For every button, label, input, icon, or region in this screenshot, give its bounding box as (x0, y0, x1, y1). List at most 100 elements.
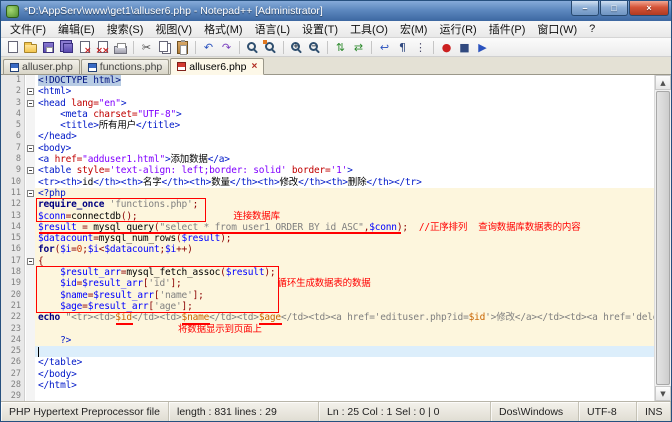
code-line-15: $datacount=mysql_num_rows($result); (35, 233, 654, 244)
code-line-10: <tr><th>id</th><th>名字</th><th>数量</th><th… (35, 177, 654, 188)
tab-close-icon[interactable]: × (251, 61, 257, 72)
code-line-7: <body> (35, 143, 654, 154)
code-line-1: <!DOCTYPE html> (35, 75, 654, 86)
menu-item-5[interactable]: 格式(M) (198, 20, 249, 38)
vertical-scrollbar[interactable]: ▲ ▼ (654, 75, 671, 401)
word-wrap-icon[interactable]: ↩ (376, 39, 393, 56)
new-file-icon[interactable] (4, 39, 21, 56)
code-line-14: $result = mysql_query("select * from use… (35, 222, 654, 233)
menu-item-9[interactable]: 宏(M) (394, 20, 434, 38)
line-number: 18 (1, 267, 24, 278)
tab-functions.php[interactable]: functions.php (81, 59, 169, 74)
code-line-3: <head lang="en"> (35, 98, 654, 109)
fold-cell (26, 391, 35, 401)
menu-item-13[interactable]: ? (583, 22, 601, 36)
redo-icon[interactable]: ↷ (218, 39, 235, 56)
fold-cell (26, 86, 35, 97)
play-macro-icon[interactable]: ▶ (474, 39, 491, 56)
fold-cell (26, 244, 35, 255)
tab-alluser.php[interactable]: alluser.php (3, 59, 80, 74)
toolbar-separator (133, 41, 134, 54)
indent-guide-icon[interactable]: ⋮ (412, 39, 429, 56)
minimize-button[interactable]: – (571, 1, 599, 16)
menu-item-6[interactable]: 语言(L) (249, 20, 296, 38)
line-number: 5 (1, 120, 24, 131)
code-line-4: <meta charset="UTF-8"> (35, 109, 654, 120)
find-icon[interactable] (244, 39, 261, 56)
status-insert-mode: INS (637, 402, 671, 421)
zoom-in-icon[interactable] (288, 39, 305, 56)
record-macro-icon[interactable]: ● (438, 39, 455, 56)
code-line-11: <?php (35, 188, 654, 199)
paste-icon[interactable] (174, 39, 191, 56)
code-line-28: </html> (35, 380, 654, 391)
zoom-out-icon[interactable] (306, 39, 323, 56)
menu-item-1[interactable]: 文件(F) (4, 20, 52, 38)
toolbar-separator (371, 41, 372, 54)
save-icon[interactable] (40, 39, 57, 56)
save-all-icon[interactable] (58, 39, 75, 56)
replace-icon[interactable] (262, 39, 279, 56)
editor[interactable]: 1234567891011121314151617181920212223242… (1, 75, 671, 401)
maximize-button[interactable]: □ (600, 1, 628, 16)
fold-marker[interactable] (27, 167, 34, 174)
stop-macro-icon[interactable]: ■ (456, 39, 473, 56)
code-line-16: for($i=0;$i<$datacount;$i++) (35, 244, 654, 255)
menu-item-2[interactable]: 编辑(E) (52, 20, 101, 38)
sync-vertical-scroll-icon[interactable]: ⇅ (332, 39, 349, 56)
code-line-29 (35, 391, 654, 401)
line-number: 21 (1, 301, 24, 312)
line-number: 10 (1, 177, 24, 188)
fold-marker[interactable] (27, 88, 34, 95)
code-area[interactable]: <!DOCTYPE html><html><head lang="en"> <m… (35, 75, 654, 401)
fold-cell (26, 143, 35, 154)
tab-alluser6.php[interactable]: alluser6.php× (170, 58, 264, 75)
text-caret (38, 347, 39, 357)
cut-icon[interactable]: ✂ (138, 39, 155, 56)
fold-cell (26, 211, 35, 222)
window-title: *D:\AppServ\www\get1\alluser6.php - Note… (24, 5, 565, 17)
menu-item-7[interactable]: 设置(T) (296, 20, 344, 38)
copy-icon[interactable] (156, 39, 173, 56)
close-window-button[interactable]: × (629, 1, 669, 16)
undo-icon[interactable]: ↶ (200, 39, 217, 56)
menu-item-11[interactable]: 插件(P) (483, 20, 532, 38)
fold-cell (26, 177, 35, 188)
open-file-icon[interactable] (22, 39, 39, 56)
line-number: 7 (1, 143, 24, 154)
fold-cell (26, 267, 35, 278)
close-all-icon[interactable] (94, 39, 111, 56)
sync-horizontal-scroll-icon[interactable]: ⇄ (350, 39, 367, 56)
line-number: 6 (1, 131, 24, 142)
fold-cell (26, 357, 35, 368)
line-number-gutter: 1234567891011121314151617181920212223242… (1, 75, 25, 401)
scroll-down-arrow[interactable]: ▼ (655, 386, 671, 401)
menu-item-12[interactable]: 窗口(W) (531, 20, 583, 38)
scroll-up-arrow[interactable]: ▲ (655, 75, 671, 90)
close-icon[interactable] (76, 39, 93, 56)
notepad-plus-plus-window: *D:\AppServ\www\get1\alluser6.php - Note… (0, 0, 672, 422)
print-icon[interactable] (112, 39, 129, 56)
show-all-characters-icon[interactable]: ¶ (394, 39, 411, 56)
toolbar-separator (283, 41, 284, 54)
menu-item-10[interactable]: 运行(R) (433, 20, 482, 38)
fold-marker[interactable] (27, 145, 34, 152)
fold-marker[interactable] (27, 190, 34, 197)
line-number: 14 (1, 222, 24, 233)
fold-marker[interactable] (27, 258, 34, 265)
line-number: 24 (1, 335, 24, 346)
scrollbar-thumb[interactable] (656, 91, 670, 385)
fold-cell (26, 324, 35, 335)
code-line-6: </head> (35, 131, 654, 142)
fold-cell (26, 290, 35, 301)
code-line-19: $id=$result_arr['id'];循环生成数据表的数据 (35, 278, 654, 289)
status-cursor-position: Ln : 25 Col : 1 Sel : 0 | 0 (319, 402, 491, 421)
menu-item-4[interactable]: 视图(V) (149, 20, 198, 38)
menu-item-3[interactable]: 搜索(S) (101, 20, 150, 38)
toolbar-separator (195, 41, 196, 54)
menu-item-8[interactable]: 工具(O) (344, 20, 394, 38)
fold-marker[interactable] (27, 100, 34, 107)
fold-cell (26, 312, 35, 323)
fold-cell (26, 301, 35, 312)
line-number: 13 (1, 211, 24, 222)
